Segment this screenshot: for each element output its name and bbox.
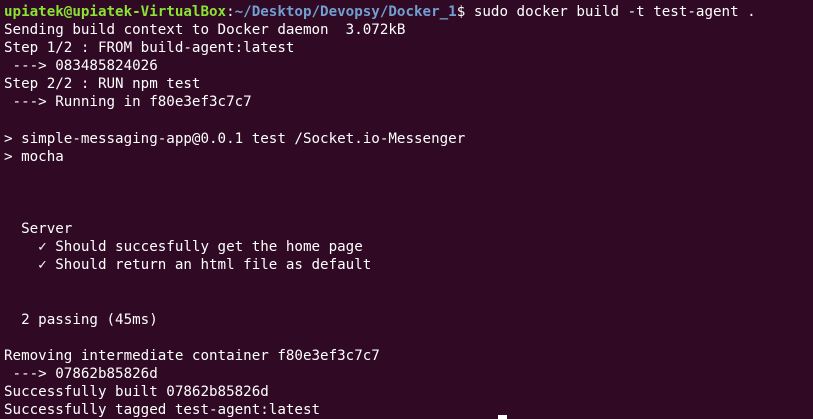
prompt-user-host: upiatek@upiatek-VirtualBox	[4, 4, 227, 20]
output-line: Server	[4, 221, 73, 238]
output-line: ---> 083485824026	[4, 58, 158, 75]
output-line: Step 2/2 : RUN npm test	[4, 76, 201, 93]
text-cursor	[498, 415, 507, 419]
output-line: > simple-messaging-app@0.0.1 test /Socke…	[4, 130, 466, 147]
output-line: ---> 07862b85826d	[4, 365, 158, 382]
output-line: Sending build context to Docker daemon 3…	[4, 22, 406, 39]
prompt-separator: :	[226, 4, 235, 20]
output-line: Removing intermediate container f80e3ef3…	[4, 347, 380, 364]
output-line: ✓ Should succesfully get the home page	[4, 239, 363, 256]
output-line: 2 passing (45ms)	[4, 311, 158, 328]
output-line: Step 1/2 : FROM build-agent:latest	[4, 40, 295, 57]
terminal-window[interactable]: upiatek@upiatek-VirtualBox:~/Desktop/Dev…	[0, 0, 813, 419]
prompt-cwd: ~/Desktop/Devopsy/Docker_1	[234, 4, 457, 20]
output-line: ---> Running in f80e3ef3c7c7	[4, 94, 252, 111]
output-line: Successfully built 07862b85826d	[4, 383, 269, 400]
prompt-line: upiatek@upiatek-VirtualBox:~/Desktop/Dev…	[4, 3, 813, 21]
prompt-symbol: $	[456, 4, 466, 20]
output-line: ✓ Should return an html file as default	[4, 257, 372, 274]
prompt-command: sudo docker build -t test-agent .	[465, 4, 756, 20]
output-line: > mocha	[4, 148, 64, 165]
output-line: Successfully tagged test-agent:latest	[4, 402, 321, 419]
